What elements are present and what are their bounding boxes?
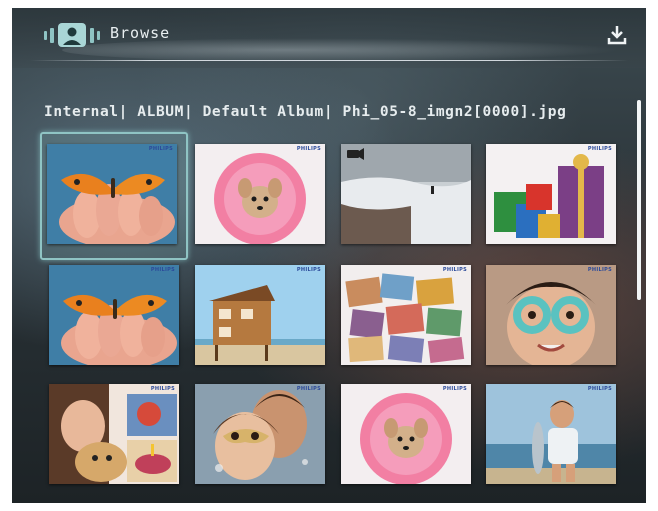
thumbnail-brand: PHILIPS [296, 267, 321, 273]
thumbnail-brand: PHILIPS [148, 146, 173, 152]
thumbnail-4[interactable]: PHILIPS [486, 144, 616, 244]
couple-masquerade-image [195, 384, 325, 484]
gift-boxes-image [486, 144, 616, 244]
thumbnail-brand: PHILIPS [296, 386, 321, 392]
thumbnail-brand: PHILIPS [442, 386, 467, 392]
dog-flower-image [195, 144, 325, 244]
thumbnail-brand: PHILIPS [442, 267, 467, 273]
photo-frame-screen: Browse Internal| ALBUM| Default Album| P… [12, 8, 646, 503]
thumbnail-3[interactable] [341, 144, 471, 244]
thumbnail-brand: PHILIPS [296, 146, 321, 152]
beach-house-image [195, 265, 325, 365]
thumbnail-brand: PHILIPS [587, 146, 612, 152]
thumbnail-6[interactable]: PHILIPS [195, 265, 325, 365]
thumbnail-5[interactable]: PHILIPS [49, 265, 179, 365]
thumbnail-11[interactable]: PHILIPS [341, 384, 471, 484]
thumbnail-12[interactable]: PHILIPS [486, 384, 616, 484]
thumbnail-grid: PHILIPS PHILIPS PHILIPS PHILIPS PHILIPS … [12, 8, 646, 503]
thumbnail-8[interactable]: PHILIPS [486, 265, 616, 365]
thumbnail-brand: PHILIPS [150, 386, 175, 392]
girl-hand-glasses-image [486, 265, 616, 365]
thumbnail-brand: PHILIPS [587, 267, 612, 273]
thumbnail-10[interactable]: PHILIPS [195, 384, 325, 484]
photo-collage-image [341, 265, 471, 365]
girl-puppy-image [49, 384, 179, 484]
dog-flower-image [341, 384, 471, 484]
thumbnail-9[interactable]: PHILIPS [49, 384, 179, 484]
thumbnail-2[interactable]: PHILIPS [195, 144, 325, 244]
snow-video-image [341, 144, 471, 244]
thumbnail-7[interactable]: PHILIPS [341, 265, 471, 365]
boy-fish-image [486, 384, 616, 484]
thumbnail-1[interactable]: PHILIPS [47, 144, 177, 244]
butterfly-hand-image [49, 265, 179, 365]
thumbnail-brand: PHILIPS [587, 386, 612, 392]
butterfly-hand-image [47, 144, 177, 244]
thumbnail-brand: PHILIPS [150, 267, 175, 273]
